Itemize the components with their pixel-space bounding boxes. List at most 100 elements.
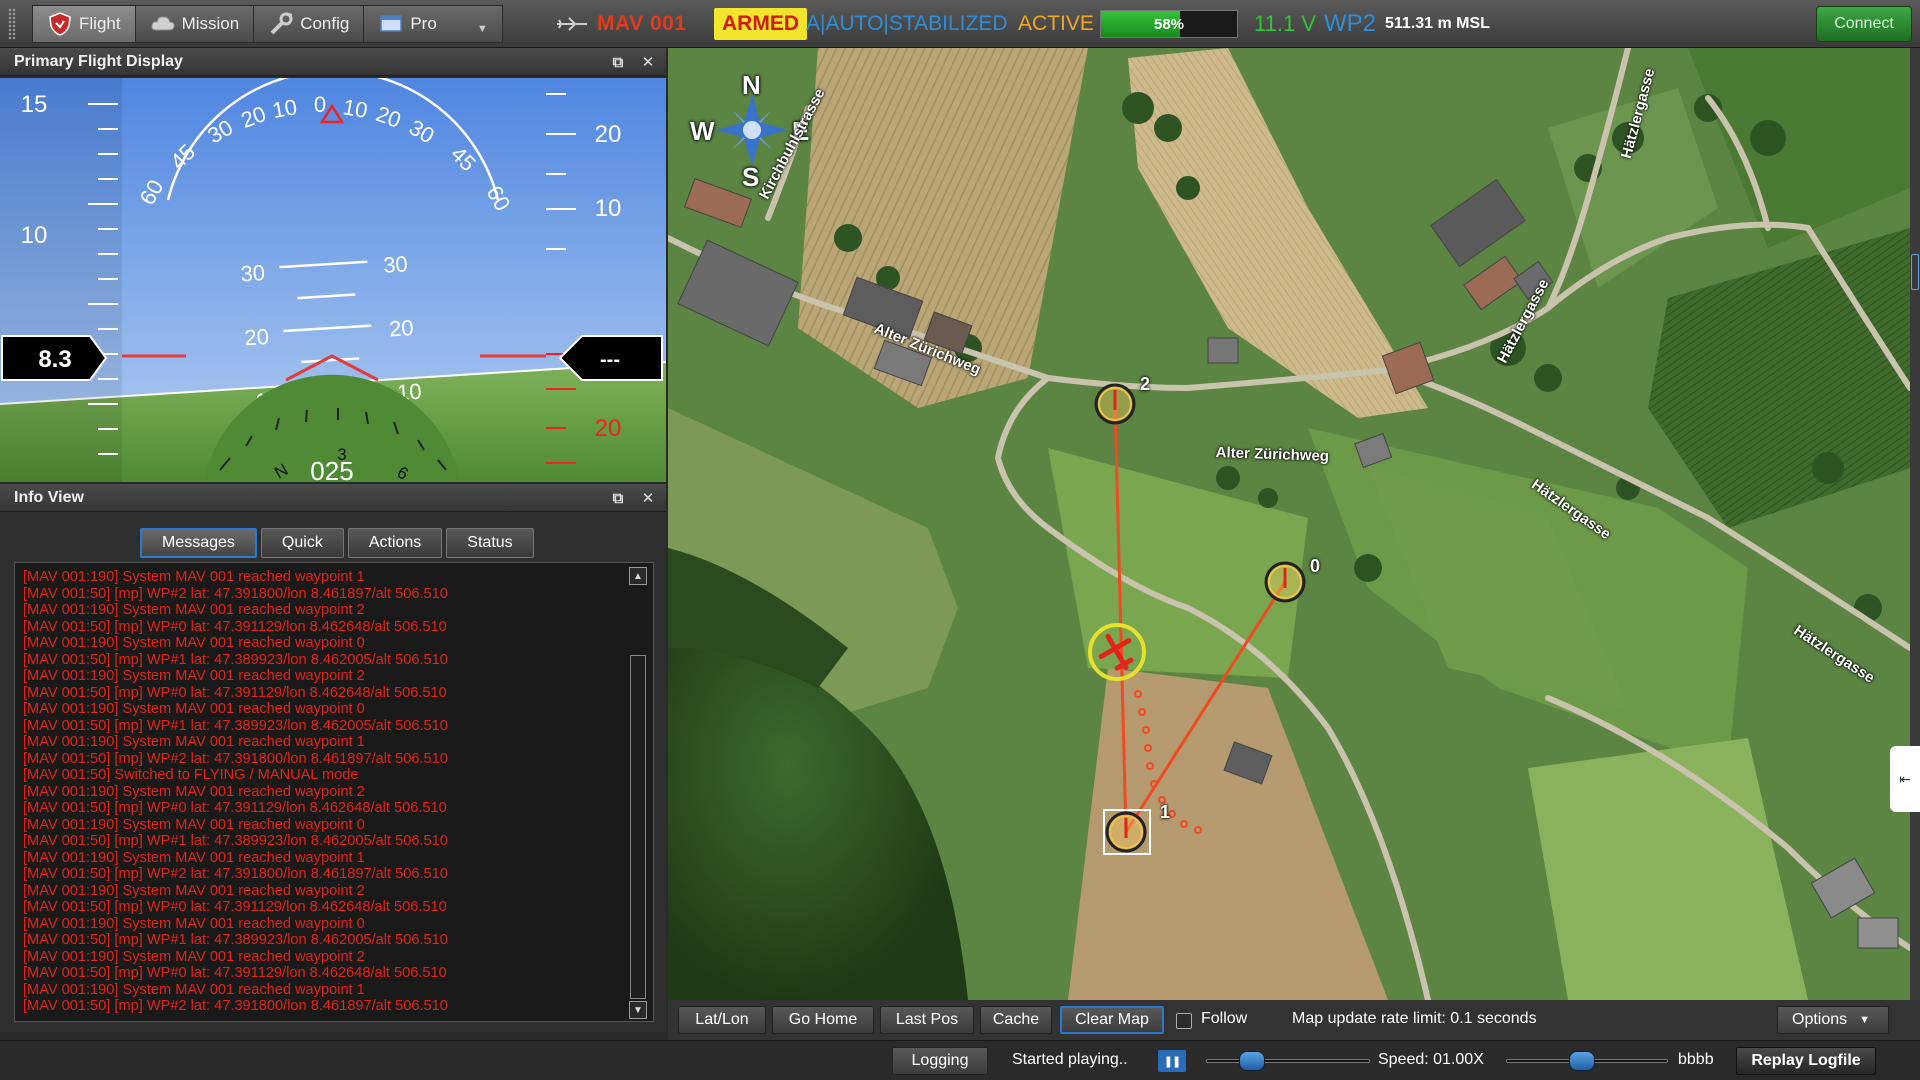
scroll-down-icon[interactable]: ▼ [629,1001,647,1019]
close-icon[interactable]: ✕ [638,488,658,508]
speed-tick-label: 10 [21,222,48,249]
float-panel-icon[interactable]: ⧉ [608,52,628,72]
float-panel-icon[interactable]: ⧉ [608,488,628,508]
altitude-tick-label: 20 [595,121,622,148]
message-line: [MAV 001:50] [mp] WP#0 lat: 47.391129/lo… [23,800,447,816]
connect-button[interactable]: Connect [1816,6,1912,42]
options-label: Options [1792,1011,1848,1028]
message-line: [MAV 001:50] [mp] WP#0 lat: 47.391129/lo… [23,899,447,915]
slider-knob[interactable] [1239,1051,1266,1071]
message-line: [MAV 001:50] [mp] WP#0 lat: 47.391129/lo… [23,684,447,701]
message-line: [MAV 001:50] [mp] WP#1 lat: 47.389923/lo… [23,932,448,948]
expand-panel-icon[interactable]: ⇤ [1890,746,1920,812]
options-dropdown[interactable]: Options ▼ [1777,1006,1889,1034]
close-icon[interactable]: ✕ [638,52,658,72]
map-update-rate-label: Map update rate limit: 0.1 seconds [1292,1010,1537,1027]
battery-gauge: 58% [1100,10,1238,38]
pause-icon[interactable]: ❚❚ [1158,1050,1186,1072]
altitude-msl: 511.31 m MSL [1385,15,1490,32]
tab-label: Mission [181,14,240,33]
view-tabs: Flight Mission Config Pro ▼ [32,5,503,43]
message-line: [MAV 001:190] System MAV 001 reached way… [23,668,365,684]
lat-lon-button[interactable]: Lat/Lon [678,1006,766,1034]
flight-mode: A|AUTO|STABILIZED [806,12,1008,35]
airspeed-value: 8.3 [38,346,71,373]
clear-map-button[interactable]: Clear Map [1060,1006,1164,1034]
follow-checkbox[interactable] [1176,1013,1192,1029]
message-line: [MAV 001:190] System MAV 001 reached way… [23,635,365,651]
message-line: [MAV 001:190] System MAV 001 reached way… [23,569,365,585]
replay-logfile-button[interactable]: Replay Logfile [1736,1047,1876,1075]
playback-progress-slider[interactable] [1206,1051,1370,1071]
tab-config[interactable]: Config [253,5,364,43]
panel-title: Info View [14,488,84,506]
pitch-label: 20 [388,315,414,341]
tab-quick[interactable]: Quick [260,528,344,558]
playback-status: Started playing.. [1012,1051,1128,1068]
status-bar: Logging Started playing.. ❚❚ Speed: 01.0… [0,1040,1920,1080]
message-line: [MAV 001:190] System MAV 001 reached way… [23,948,365,965]
pfd-header: Primary Flight Display ⧉ ✕ [0,48,666,76]
message-line: [MAV 001:50] [mp] WP#1 lat: 47.389923/lo… [23,651,448,668]
pitch-label: 30 [382,251,408,277]
tab-label: Config [300,14,350,33]
shield-icon [47,11,73,37]
message-scrollbar[interactable]: ▲ ▼ [627,567,649,1019]
tab-status[interactable]: Status [446,528,534,558]
roll-label: 0 [314,92,326,117]
message-line: [MAV 001:50] [mp] WP#0 lat: 47.391129/lo… [23,965,447,981]
vehicle-id[interactable]: MAV 001 [597,6,686,42]
tab-mission[interactable]: Mission [134,5,254,43]
message-line: [MAV 001:50] [mp] WP#1 lat: 47.389923/lo… [23,833,448,849]
last-pos-button[interactable]: Last Pos [880,1006,974,1034]
tab-pro[interactable]: Pro ▼ [363,5,503,43]
logging-button[interactable]: Logging [892,1047,988,1075]
scrollbar-thumb[interactable] [630,655,646,999]
roll-label: 10 [270,94,298,123]
scroll-up-icon[interactable]: ▲ [629,567,647,585]
message-line: [MAV 001:190] System MAV 001 reached way… [23,816,365,833]
tab-actions[interactable]: Actions [347,528,443,558]
attitude-indicator: 15 10 5 20 10 10 20 60 45 30 20 10 0 10 [0,78,666,482]
waypoint-2-icon[interactable] [1094,383,1136,425]
status-text: bbbb [1678,1051,1714,1068]
compass-north: N [742,70,761,100]
waypoint-0-icon[interactable] [1264,561,1306,603]
tab-messages[interactable]: Messages [140,528,257,558]
chevron-down-icon[interactable]: ▼ [477,23,488,35]
wrench-icon [268,11,294,37]
map-imagery [668,48,1910,1000]
primary-flight-display: 15 10 5 20 10 10 20 60 45 30 20 10 0 10 [0,78,666,482]
panel-title: Primary Flight Display [14,52,183,70]
heading-value: 025 [310,456,353,482]
message-list: [MAV 001:190] System MAV 001 reached way… [23,569,623,1015]
message-line: [MAV 001:190] System MAV 001 reached way… [23,849,365,866]
battery-percent: 58% [1153,15,1185,33]
armed-status-badge: ARMED [714,8,807,40]
tab-label: Flight [79,14,121,33]
message-line: [MAV 001:50] [mp] WP#2 lat: 47.391800/lo… [23,585,448,602]
message-log: [MAV 001:190] System MAV 001 reached way… [14,562,654,1022]
satellite-map[interactable]: N S E W Kirchbuhlstrasse Alter Zürichweg… [668,48,1910,1000]
pitch-label: 30 [240,260,266,286]
message-line: [MAV 001:50] [mp] WP#0 lat: 47.391129/lo… [23,618,447,635]
message-line: [MAV 001:50] [mp] WP#2 lat: 47.391800/lo… [23,866,448,882]
message-line: [MAV 001:50] [mp] WP#1 lat: 47.389923/lo… [23,717,448,734]
map-side-scrollbar[interactable] [1910,48,1920,1040]
cloud-icon [150,11,176,37]
tab-flight[interactable]: Flight [32,5,135,43]
message-line: [MAV 001:190] System MAV 001 reached way… [23,915,365,932]
message-line: [MAV 001:50] [mp] WP#2 lat: 47.391800/lo… [23,998,448,1014]
scrollbar-thumb[interactable] [1911,254,1919,290]
go-home-button[interactable]: Go Home [772,1006,874,1034]
waypoint-label: 0 [1310,556,1321,576]
cache-button[interactable]: Cache [980,1006,1052,1034]
info-view-tabs: Messages Quick Actions Status [140,528,534,558]
follow-label[interactable]: Follow [1201,1010,1247,1028]
toolbar-grip[interactable] [8,8,16,40]
slider-knob[interactable] [1569,1051,1596,1071]
roll-label: 10 [341,94,369,123]
altitude-tick-label: 10 [595,195,622,222]
playback-speed-slider[interactable] [1506,1051,1668,1071]
current-waypoint: WP2 [1324,10,1377,37]
